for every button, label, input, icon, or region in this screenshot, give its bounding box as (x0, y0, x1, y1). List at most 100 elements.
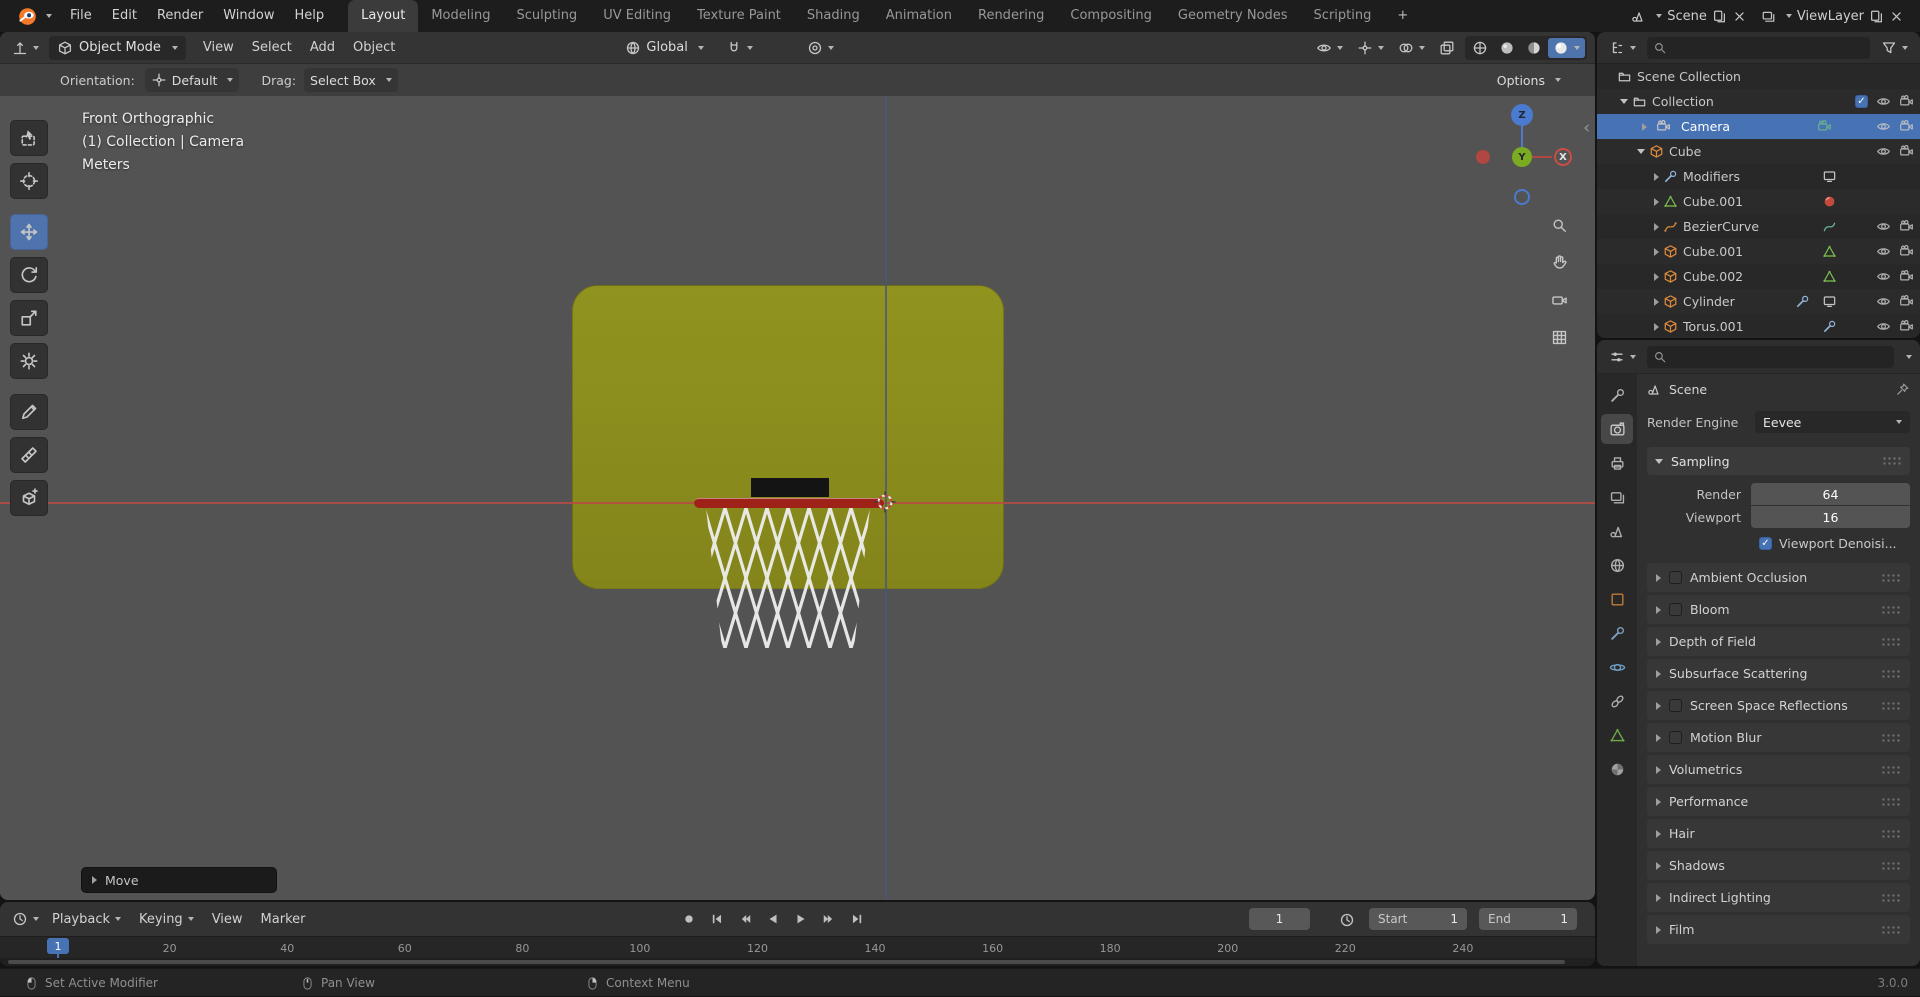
disclosure-closed-icon[interactable] (1654, 247, 1659, 256)
tool-annotate[interactable] (10, 394, 48, 430)
outliner-row[interactable]: Cube.001 (1597, 239, 1920, 264)
pin-icon[interactable] (1895, 382, 1910, 397)
gizmo-neg-x-ball[interactable] (1476, 150, 1490, 164)
timeline-editor-type-button[interactable] (8, 907, 43, 931)
properties-options-arrow[interactable] (1906, 354, 1912, 359)
panel-checkbox[interactable] (1669, 603, 1682, 616)
panel-grip[interactable] (1881, 828, 1901, 839)
remove-viewlayer-icon[interactable] (1889, 9, 1904, 24)
disclosure-closed-icon[interactable] (1654, 222, 1659, 231)
play-button[interactable] (788, 908, 813, 930)
menu-select[interactable]: Select (243, 40, 301, 55)
tab-scripting[interactable]: Scripting (1301, 0, 1385, 32)
properties-tab-object[interactable] (1601, 584, 1633, 614)
hide-in-viewport-toggle[interactable] (1876, 119, 1891, 134)
disclosure-closed-icon[interactable] (1654, 172, 1659, 181)
frame-end-field[interactable]: End 1 (1479, 908, 1577, 930)
transform-orientation[interactable]: Global (619, 36, 709, 60)
sidebar-toggle-arrow[interactable]: ‹ (1583, 118, 1590, 138)
disclosure-closed-icon[interactable] (1654, 197, 1659, 206)
jump-to-end-button[interactable] (844, 908, 869, 930)
tab-uv-editing[interactable]: UV Editing (590, 0, 684, 32)
outliner-row[interactable]: Torus.001 (1597, 314, 1920, 338)
outliner-row[interactable]: Scene Collection (1597, 64, 1920, 89)
panel-indirect-lighting[interactable]: Indirect Lighting (1647, 883, 1910, 912)
timeline-scrollbar[interactable] (0, 958, 1595, 966)
disclosure-closed-icon[interactable] (1654, 322, 1659, 331)
properties-search-input[interactable] (1647, 345, 1894, 368)
sampling-viewport-field[interactable]: 16 (1751, 506, 1910, 528)
outliner-row[interactable]: Cylinder (1597, 289, 1920, 314)
rim-mount-object[interactable] (751, 478, 829, 497)
menu-render[interactable]: Render (147, 0, 213, 32)
shading-wireframe-button[interactable] (1467, 38, 1493, 58)
tab-geometry-nodes[interactable]: Geometry Nodes (1165, 0, 1301, 32)
jump-to-start-button[interactable] (704, 908, 729, 930)
tool-scale[interactable] (10, 300, 48, 336)
next-keyframe-button[interactable] (816, 908, 841, 930)
gizmo-z-ball[interactable]: Z (1511, 104, 1533, 126)
outliner-row[interactable]: Collection (1597, 89, 1920, 114)
outliner-row[interactable]: Camera (1597, 114, 1920, 139)
disable-in-renders-toggle[interactable] (1899, 244, 1914, 259)
record-button[interactable] (676, 908, 701, 930)
panel-ambient-occlusion[interactable]: Ambient Occlusion (1647, 563, 1910, 592)
disclosure-closed-icon[interactable] (1642, 122, 1647, 131)
properties-tab-scene[interactable] (1601, 516, 1633, 546)
menu-playback[interactable]: Playback (43, 912, 130, 927)
menu-timeline-view[interactable]: View (203, 912, 252, 927)
hide-in-viewport-toggle[interactable] (1876, 269, 1891, 284)
hide-in-viewport-toggle[interactable] (1876, 319, 1891, 334)
current-frame-field[interactable]: 1 (1249, 908, 1310, 930)
panel-performance[interactable]: Performance (1647, 787, 1910, 816)
tab-shading[interactable]: Shading (794, 0, 873, 32)
tab-animation[interactable]: Animation (873, 0, 965, 32)
viewport-canvas[interactable]: Front Orthographic (1) Collection | Came… (0, 96, 1595, 900)
hide-in-viewport-toggle[interactable] (1876, 244, 1891, 259)
unlink-scene-icon[interactable] (1732, 9, 1747, 24)
proportional-editing-toggle[interactable] (803, 36, 838, 60)
panel-grip[interactable] (1881, 636, 1901, 647)
outliner-row[interactable]: BezierCurve (1597, 214, 1920, 239)
disclosure-open-icon[interactable] (1637, 149, 1645, 154)
tool-orientation-select[interactable]: Default (144, 68, 240, 92)
hide-in-viewport-toggle[interactable] (1876, 144, 1891, 159)
panel-grip[interactable] (1881, 604, 1901, 615)
use-preview-range-button[interactable] (1335, 908, 1359, 932)
properties-tab-material[interactable] (1601, 754, 1633, 784)
render-engine-select[interactable]: Eevee (1755, 411, 1910, 433)
disable-in-renders-toggle[interactable] (1899, 219, 1914, 234)
panel-motion-blur[interactable]: Motion Blur (1647, 723, 1910, 752)
menu-object[interactable]: Object (344, 40, 404, 55)
timeline-ruler[interactable]: 1 20 40 60 80 100 120 140 160 180 200 220 240 (0, 936, 1595, 960)
properties-tab-view-layer[interactable] (1601, 482, 1633, 512)
shading-rendered-button[interactable] (1548, 37, 1585, 58)
outliner-row[interactable]: Cube (1597, 139, 1920, 164)
menu-add[interactable]: Add (301, 40, 344, 55)
outliner-row[interactable]: Cube.001 (1597, 189, 1920, 214)
tool-move[interactable] (10, 214, 48, 250)
hide-in-viewport-toggle[interactable] (1876, 294, 1891, 309)
previous-keyframe-button[interactable] (732, 908, 757, 930)
panel-grip[interactable] (1881, 924, 1901, 935)
panel-volumetrics[interactable]: Volumetrics (1647, 755, 1910, 784)
disable-in-renders-toggle[interactable] (1899, 94, 1914, 109)
mode-select[interactable]: Object Mode (49, 35, 186, 60)
properties-tab-data[interactable] (1601, 720, 1633, 750)
properties-editor-type-button[interactable] (1605, 345, 1640, 369)
properties-tab-output[interactable] (1601, 448, 1633, 478)
tab-texture-paint[interactable]: Texture Paint (684, 0, 794, 32)
panel-checkbox[interactable] (1669, 571, 1682, 584)
panel-grip[interactable] (1881, 892, 1901, 903)
panel-checkbox[interactable] (1669, 731, 1682, 744)
tab-rendering[interactable]: Rendering (965, 0, 1057, 32)
collection-checkbox[interactable] (1855, 95, 1868, 108)
tool-add-cube[interactable] (10, 480, 48, 516)
panel-bloom[interactable]: Bloom (1647, 595, 1910, 624)
properties-tab-constraints[interactable] (1601, 686, 1633, 716)
xray-toggle[interactable] (1435, 36, 1459, 60)
panel-subsurface-scattering[interactable]: Subsurface Scattering (1647, 659, 1910, 688)
blender-menu-button[interactable] (10, 7, 60, 26)
disclosure-closed-icon[interactable] (1654, 272, 1659, 281)
scene-selector[interactable]: Scene (1631, 9, 1747, 24)
